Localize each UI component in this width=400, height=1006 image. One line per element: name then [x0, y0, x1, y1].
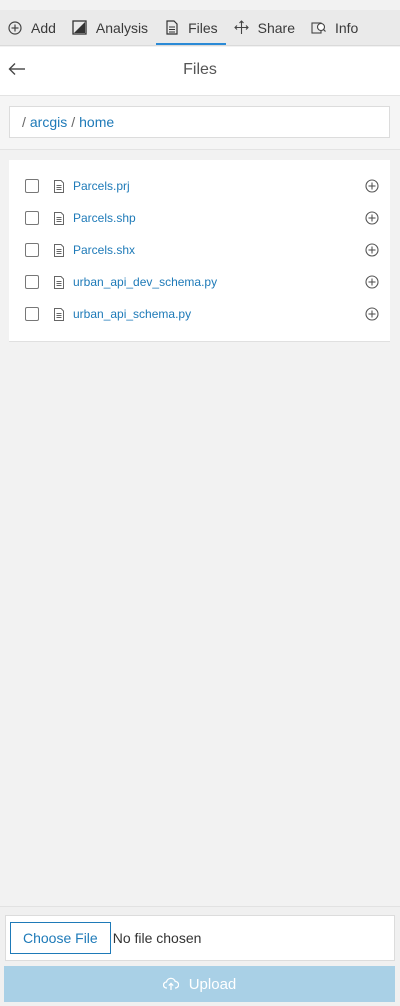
tab-info[interactable]: Info	[303, 10, 366, 45]
file-list: Parcels.prj Parcels.shp Parcels.shx urba…	[9, 160, 390, 342]
file-checkbox[interactable]	[25, 243, 39, 257]
file-icon	[53, 275, 64, 289]
upload-panel: Choose File No file chosen Upload	[0, 906, 400, 1006]
file-icon	[53, 243, 64, 257]
file-icon	[53, 211, 64, 225]
file-name-link[interactable]: urban_api_dev_schema.py	[73, 275, 217, 289]
top-tab-bar: Add Analysis Files Share Info	[0, 10, 400, 46]
files-header: Files	[0, 47, 400, 96]
breadcrumb-item-home[interactable]: home	[79, 114, 114, 130]
tab-share-label: Share	[257, 19, 295, 36]
tab-add-label: Add	[31, 19, 56, 36]
file-checkbox[interactable]	[25, 307, 39, 321]
upload-button[interactable]: Upload	[4, 966, 395, 1002]
page-title: Files	[183, 61, 217, 78]
list-item: Parcels.prj	[9, 170, 390, 202]
add-to-map-icon[interactable]	[365, 211, 379, 225]
add-to-map-icon[interactable]	[365, 307, 379, 321]
file-icon	[53, 179, 64, 193]
breadcrumb-separator: /	[71, 114, 76, 130]
file-icon	[53, 307, 64, 321]
tab-info-label: Info	[334, 19, 359, 36]
list-item: urban_api_schema.py	[9, 298, 390, 330]
breadcrumb: / arcgis / home	[9, 106, 390, 138]
no-file-chosen-text: No file chosen	[112, 930, 202, 946]
plus-circle-icon	[7, 20, 23, 36]
file-input[interactable]: Choose File No file chosen	[5, 915, 395, 961]
info-icon	[311, 20, 327, 36]
add-to-map-icon[interactable]	[365, 275, 379, 289]
file-checkbox[interactable]	[25, 211, 39, 225]
share-icon	[234, 20, 250, 36]
file-checkbox[interactable]	[25, 179, 39, 193]
choose-file-button[interactable]: Choose File	[10, 922, 111, 954]
upload-cloud-icon	[162, 976, 179, 992]
file-icon	[164, 20, 180, 36]
file-name-link[interactable]: Parcels.shp	[73, 211, 136, 225]
add-to-map-icon[interactable]	[365, 179, 379, 193]
file-name-link[interactable]: Parcels.shx	[73, 243, 135, 257]
tab-add[interactable]: Add	[0, 10, 64, 45]
add-to-map-icon[interactable]	[365, 243, 379, 257]
tab-share[interactable]: Share	[226, 10, 303, 45]
list-item: Parcels.shp	[9, 202, 390, 234]
upload-button-label: Upload	[188, 975, 237, 993]
file-name-link[interactable]: Parcels.prj	[73, 179, 130, 193]
list-item: Parcels.shx	[9, 234, 390, 266]
tab-analysis-label: Analysis	[95, 19, 149, 36]
breadcrumb-item-arcgis[interactable]: arcgis	[30, 114, 67, 130]
list-item: urban_api_dev_schema.py	[9, 266, 390, 298]
file-name-link[interactable]: urban_api_schema.py	[73, 307, 191, 321]
tab-analysis[interactable]: Analysis	[64, 10, 156, 45]
breadcrumb-area: / arcgis / home	[0, 96, 400, 150]
tab-files[interactable]: Files	[156, 10, 226, 45]
analysis-icon	[72, 20, 88, 36]
file-checkbox[interactable]	[25, 275, 39, 289]
breadcrumb-separator: /	[22, 114, 26, 130]
tab-files-label: Files	[188, 19, 218, 36]
